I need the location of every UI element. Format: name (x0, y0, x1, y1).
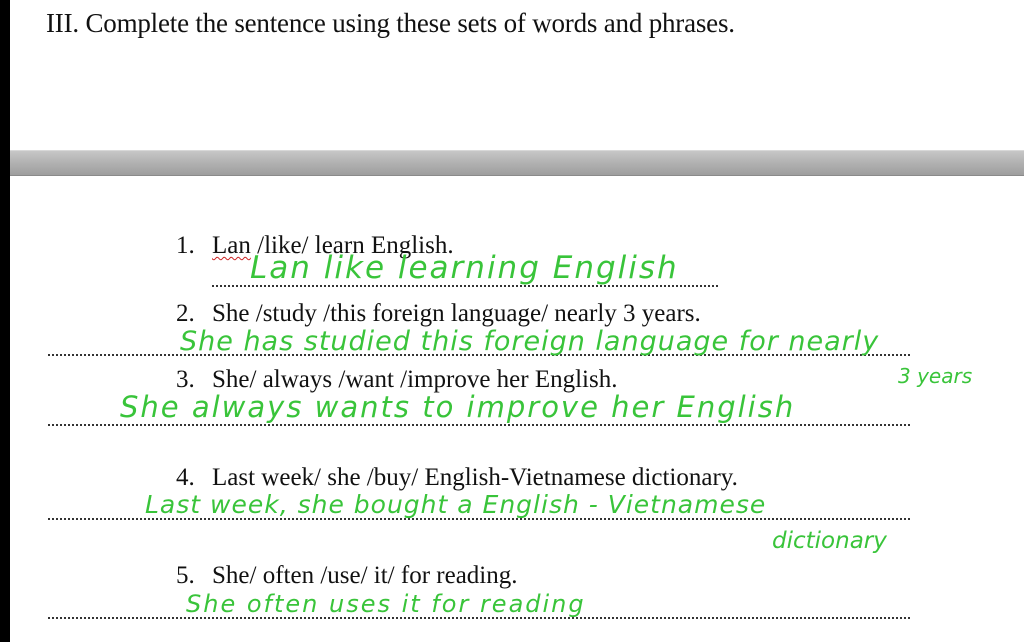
question-number: 2. (176, 300, 195, 327)
handwritten-answer-4: Last week, she bought a English - Vietna… (145, 490, 767, 519)
question-text: She/ often /use/ it/ for reading. (212, 562, 518, 589)
question-text: Last week/ she /buy/ English-Vietnamese … (212, 464, 738, 491)
handwritten-answer-4-extra: dictionary (772, 528, 887, 554)
misspelled-word: Lan (212, 232, 251, 259)
page-break-bar (10, 150, 1024, 176)
question-2: 2. She /study /this foreign language/ nea… (176, 300, 701, 328)
exercise-heading: III. Complete the sentence using these s… (46, 8, 735, 38)
window-edge (0, 0, 10, 642)
question-number: 1. (176, 232, 195, 259)
answer-line-3[interactable] (48, 424, 910, 426)
handwritten-answer-3: She always wants to improve her English (120, 390, 796, 424)
question-number: 4. (176, 464, 195, 491)
handwritten-answer-1: Lan like learning English (250, 250, 679, 286)
question-4: 4. Last week/ she /buy/ English-Vietnames… (176, 464, 738, 492)
handwritten-answer-2-extra: 3 years (898, 364, 973, 388)
question-5: 5. She/ often /use/ it/ for reading. (176, 562, 517, 590)
question-text: She/ always /want /improve her English. (212, 366, 618, 393)
handwritten-answer-5: She often uses it for reading (186, 590, 586, 618)
question-number: 5. (176, 562, 195, 589)
handwritten-answer-2: She has studied this foreign language fo… (180, 326, 880, 357)
question-text: She /study /this foreign language/ nearl… (212, 300, 701, 327)
